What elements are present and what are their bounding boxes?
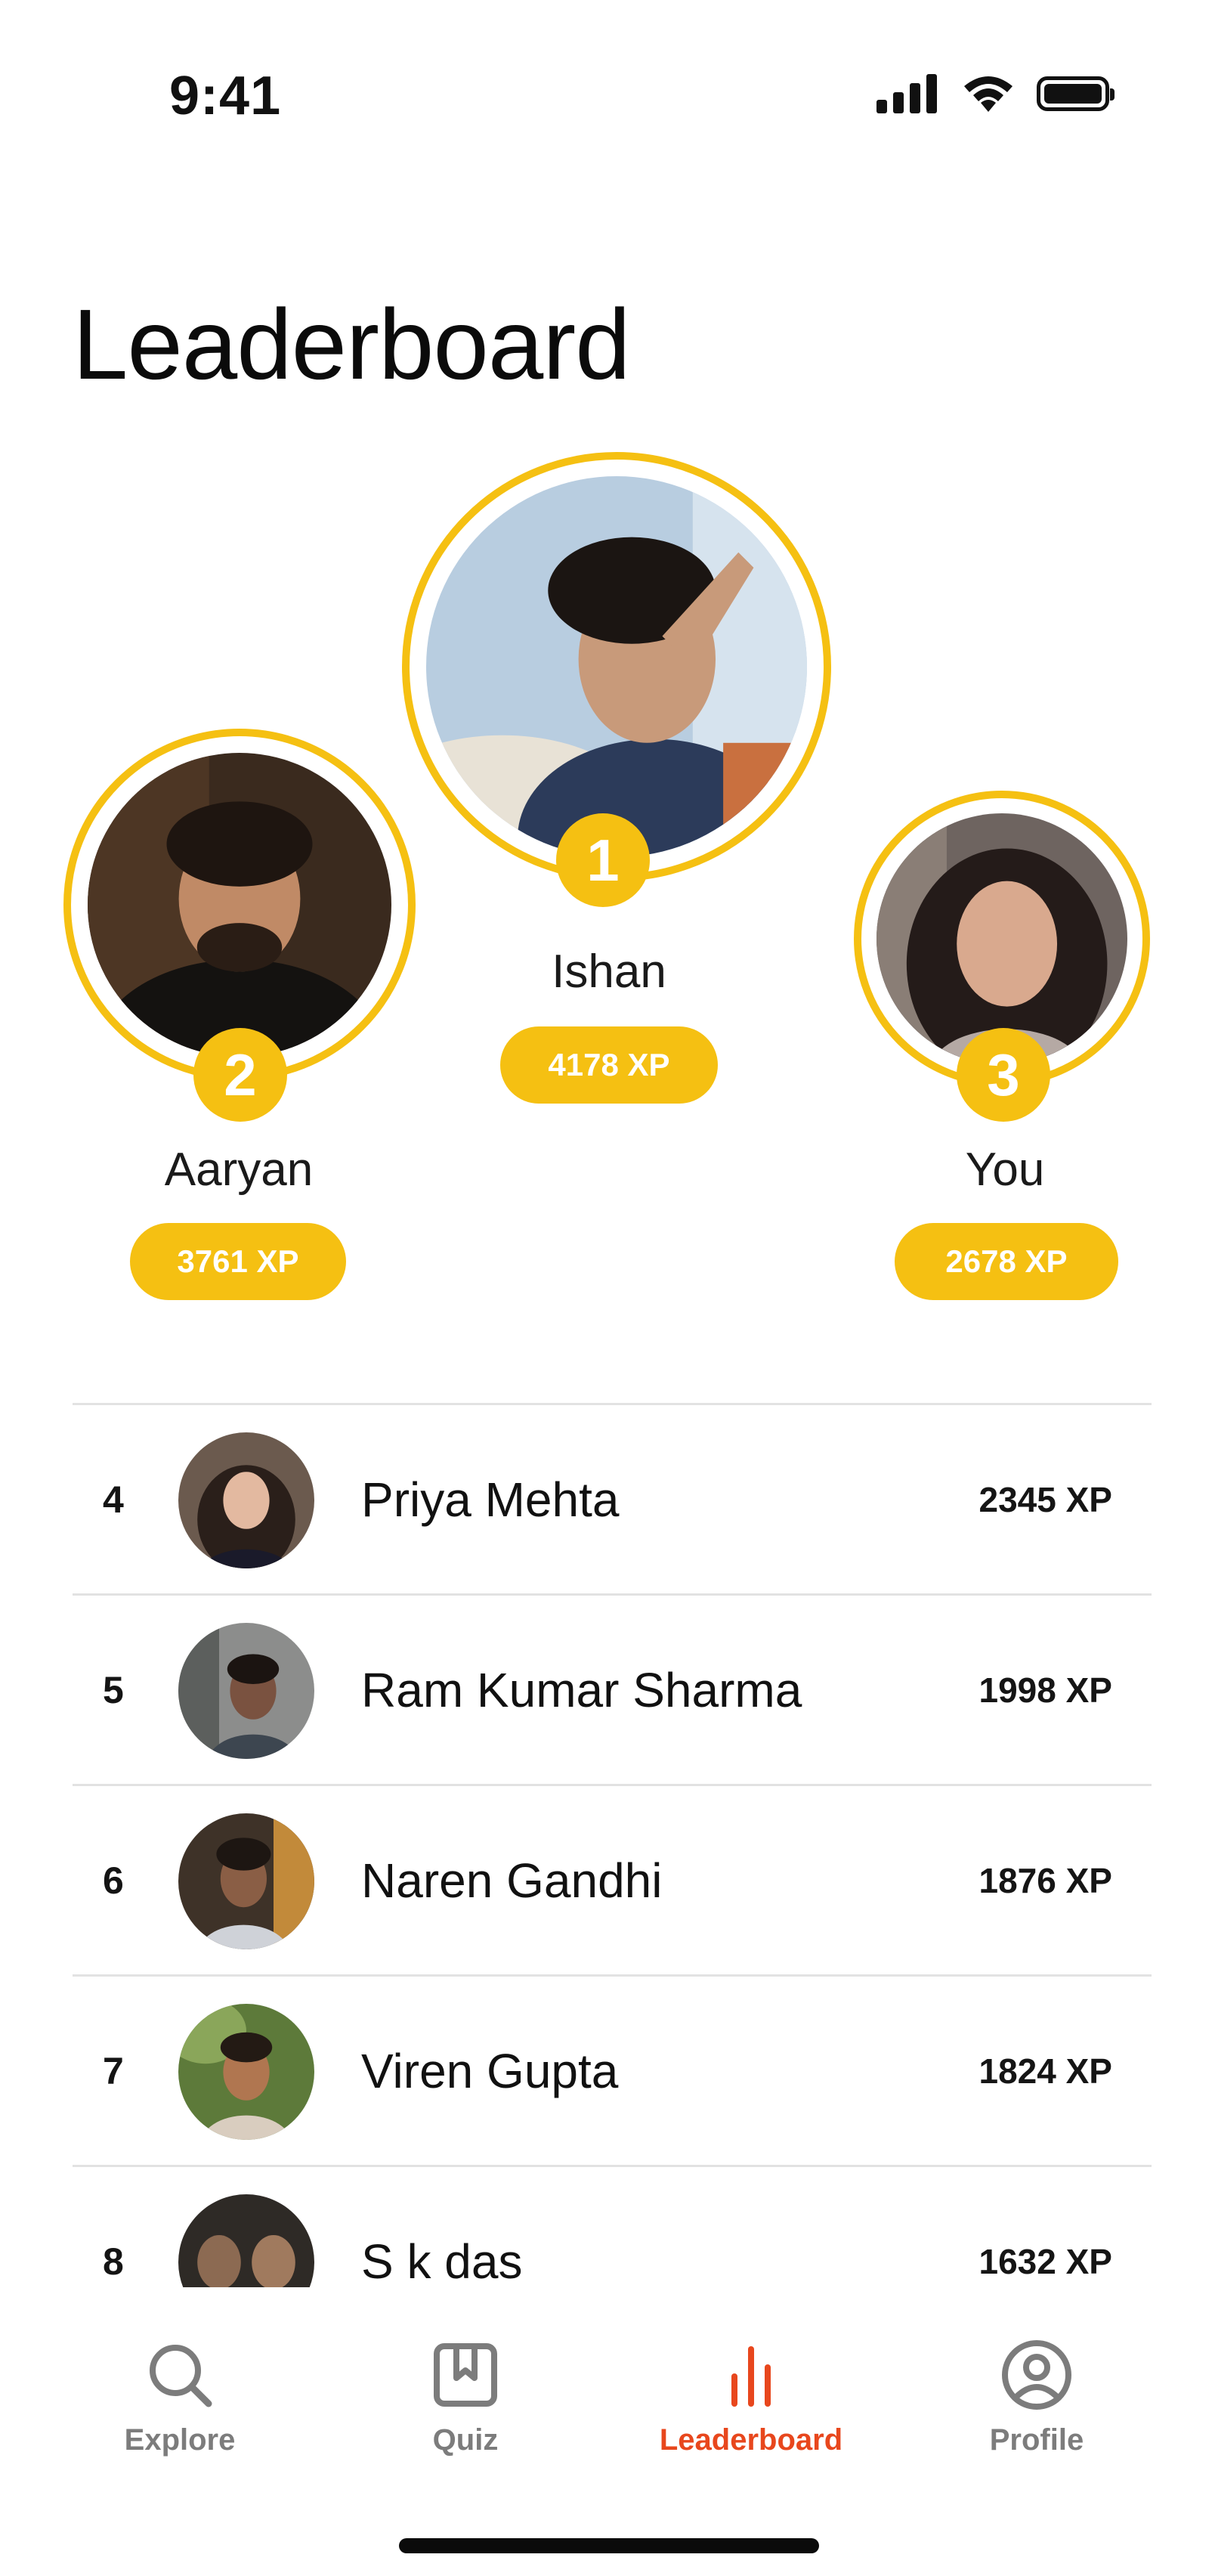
- avatar: [178, 1623, 314, 1759]
- bookmark-book-icon: [434, 2343, 497, 2407]
- signal-icon: [876, 74, 937, 113]
- page-title: Leaderboard: [73, 289, 631, 400]
- list-item[interactable]: 7 Viren Gupta 1824 XP: [73, 1974, 1152, 2165]
- row-name: Ram Kumar Sharma: [361, 1662, 802, 1717]
- row-name: Naren Gandhi: [361, 1853, 663, 1908]
- battery-icon: [1037, 76, 1115, 111]
- leaderboard-list[interactable]: 4 Priya Mehta 2345 XP 5 Ram Kumar Sharma…: [73, 1403, 1152, 2287]
- avatar-photo: [88, 753, 391, 1057]
- podium-first-name: Ishan: [552, 946, 666, 998]
- tab-label: Profile: [989, 2423, 1084, 2457]
- podium-second-xp: 3761 XP: [130, 1223, 346, 1300]
- podium-third-xp: 2678 XP: [895, 1223, 1118, 1300]
- tab-label: Leaderboard: [659, 2423, 843, 2457]
- tab-bar: Explore Quiz Leaderboard Profile: [0, 2298, 1215, 2576]
- podium-third-name: You: [965, 1144, 1045, 1196]
- row-name: Viren Gupta: [361, 2043, 619, 2098]
- avatar: [178, 2004, 314, 2140]
- list-item[interactable]: 5 Ram Kumar Sharma 1998 XP: [73, 1593, 1152, 1784]
- search-icon: [150, 2345, 212, 2407]
- list-item[interactable]: 4 Priya Mehta 2345 XP: [73, 1403, 1152, 1593]
- row-rank: 5: [103, 1668, 124, 1711]
- podium-first-xp: 4178 XP: [500, 1026, 718, 1104]
- avatar-photo: [426, 476, 807, 857]
- row-xp: 1632 XP: [978, 2241, 1112, 2281]
- rank-badge-second: 2: [193, 1028, 287, 1122]
- row-rank: 8: [103, 2240, 124, 2283]
- tab-label: Quiz: [432, 2423, 499, 2457]
- tab-quiz[interactable]: Quiz: [352, 2337, 579, 2457]
- tab-leaderboard[interactable]: Leaderboard: [638, 2337, 864, 2457]
- row-name: Priya Mehta: [361, 1472, 620, 1527]
- list-item[interactable]: 6 Naren Gandhi 1876 XP: [73, 1784, 1152, 1974]
- row-rank: 4: [103, 1478, 124, 1521]
- tab-profile[interactable]: Profile: [923, 2337, 1150, 2457]
- user-circle-icon: [1002, 2340, 1071, 2410]
- avatar: [178, 1813, 314, 1949]
- row-xp: 2345 XP: [978, 1479, 1112, 1519]
- rank-badge-third: 3: [957, 1028, 1050, 1122]
- list-item[interactable]: 8 S k das 1632 XP: [73, 2165, 1152, 2287]
- avatar: [178, 2194, 314, 2287]
- row-rank: 7: [103, 2049, 124, 2092]
- row-xp: 1876 XP: [978, 1860, 1112, 1900]
- row-name: S k das: [361, 2234, 523, 2288]
- bar-chart-icon: [731, 2346, 771, 2407]
- wifi-icon: [964, 76, 1012, 112]
- row-xp: 1998 XP: [978, 1670, 1112, 1710]
- avatar: [178, 1432, 314, 1568]
- rank-badge-first: 1: [556, 813, 650, 907]
- row-xp: 1824 XP: [978, 2051, 1112, 2091]
- status-time: 9:41: [169, 66, 282, 126]
- podium-second-name: Aaryan: [164, 1144, 314, 1196]
- tab-label: Explore: [124, 2423, 236, 2457]
- row-rank: 6: [103, 1859, 124, 1902]
- status-icons: [876, 73, 1115, 115]
- tab-explore[interactable]: Explore: [66, 2337, 293, 2457]
- home-indicator: [399, 2538, 819, 2553]
- avatar-photo: [876, 813, 1127, 1064]
